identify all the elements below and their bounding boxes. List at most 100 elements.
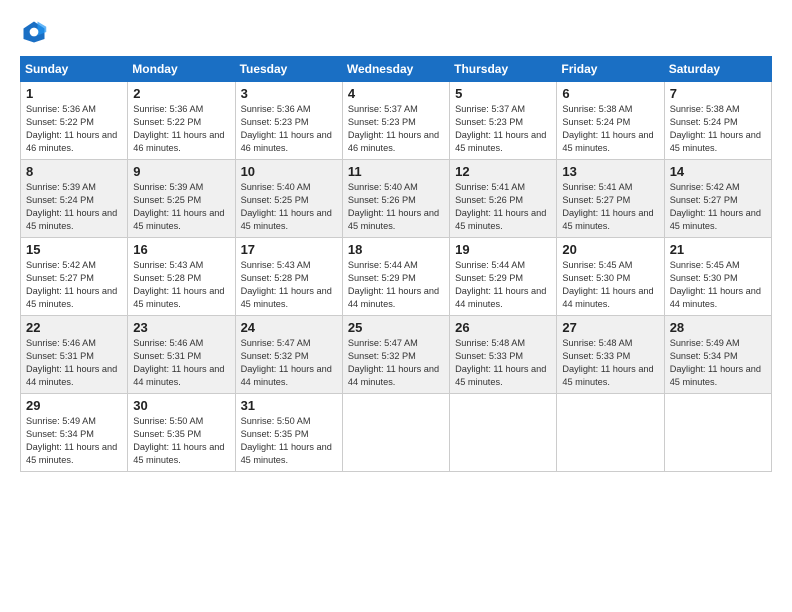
day-number: 31 xyxy=(241,398,337,413)
day-info: Sunrise: 5:45 AMSunset: 5:30 PMDaylight:… xyxy=(562,260,653,309)
calendar-cell xyxy=(450,394,557,472)
day-info: Sunrise: 5:42 AMSunset: 5:27 PMDaylight:… xyxy=(26,260,117,309)
calendar-cell: 13 Sunrise: 5:41 AMSunset: 5:27 PMDaylig… xyxy=(557,160,664,238)
day-number: 6 xyxy=(562,86,658,101)
day-number: 21 xyxy=(670,242,766,257)
day-number: 25 xyxy=(348,320,444,335)
day-number: 3 xyxy=(241,86,337,101)
day-info: Sunrise: 5:41 AMSunset: 5:27 PMDaylight:… xyxy=(562,182,653,231)
day-number: 13 xyxy=(562,164,658,179)
calendar-cell: 2 Sunrise: 5:36 AMSunset: 5:22 PMDayligh… xyxy=(128,82,235,160)
calendar-cell: 8 Sunrise: 5:39 AMSunset: 5:24 PMDayligh… xyxy=(21,160,128,238)
day-info: Sunrise: 5:50 AMSunset: 5:35 PMDaylight:… xyxy=(133,416,224,465)
calendar-cell: 25 Sunrise: 5:47 AMSunset: 5:32 PMDaylig… xyxy=(342,316,449,394)
day-info: Sunrise: 5:50 AMSunset: 5:35 PMDaylight:… xyxy=(241,416,332,465)
day-info: Sunrise: 5:45 AMSunset: 5:30 PMDaylight:… xyxy=(670,260,761,309)
day-number: 18 xyxy=(348,242,444,257)
calendar-page: SundayMondayTuesdayWednesdayThursdayFrid… xyxy=(0,0,792,612)
day-info: Sunrise: 5:41 AMSunset: 5:26 PMDaylight:… xyxy=(455,182,546,231)
day-number: 8 xyxy=(26,164,122,179)
day-number: 26 xyxy=(455,320,551,335)
weekday-wednesday: Wednesday xyxy=(342,57,449,82)
day-info: Sunrise: 5:49 AMSunset: 5:34 PMDaylight:… xyxy=(26,416,117,465)
day-info: Sunrise: 5:37 AMSunset: 5:23 PMDaylight:… xyxy=(455,104,546,153)
weekday-friday: Friday xyxy=(557,57,664,82)
day-number: 10 xyxy=(241,164,337,179)
week-row-3: 15 Sunrise: 5:42 AMSunset: 5:27 PMDaylig… xyxy=(21,238,772,316)
day-info: Sunrise: 5:39 AMSunset: 5:24 PMDaylight:… xyxy=(26,182,117,231)
calendar-table: SundayMondayTuesdayWednesdayThursdayFrid… xyxy=(20,56,772,472)
calendar-cell: 26 Sunrise: 5:48 AMSunset: 5:33 PMDaylig… xyxy=(450,316,557,394)
weekday-saturday: Saturday xyxy=(664,57,771,82)
day-number: 17 xyxy=(241,242,337,257)
day-number: 4 xyxy=(348,86,444,101)
day-number: 15 xyxy=(26,242,122,257)
calendar-cell: 14 Sunrise: 5:42 AMSunset: 5:27 PMDaylig… xyxy=(664,160,771,238)
day-number: 30 xyxy=(133,398,229,413)
week-row-5: 29 Sunrise: 5:49 AMSunset: 5:34 PMDaylig… xyxy=(21,394,772,472)
calendar-cell: 20 Sunrise: 5:45 AMSunset: 5:30 PMDaylig… xyxy=(557,238,664,316)
day-number: 16 xyxy=(133,242,229,257)
calendar-cell: 5 Sunrise: 5:37 AMSunset: 5:23 PMDayligh… xyxy=(450,82,557,160)
day-info: Sunrise: 5:38 AMSunset: 5:24 PMDaylight:… xyxy=(562,104,653,153)
calendar-cell: 12 Sunrise: 5:41 AMSunset: 5:26 PMDaylig… xyxy=(450,160,557,238)
day-info: Sunrise: 5:46 AMSunset: 5:31 PMDaylight:… xyxy=(133,338,224,387)
logo-icon xyxy=(20,18,48,46)
calendar-cell: 23 Sunrise: 5:46 AMSunset: 5:31 PMDaylig… xyxy=(128,316,235,394)
day-info: Sunrise: 5:36 AMSunset: 5:23 PMDaylight:… xyxy=(241,104,332,153)
calendar-cell: 1 Sunrise: 5:36 AMSunset: 5:22 PMDayligh… xyxy=(21,82,128,160)
day-info: Sunrise: 5:48 AMSunset: 5:33 PMDaylight:… xyxy=(455,338,546,387)
day-number: 19 xyxy=(455,242,551,257)
calendar-cell: 15 Sunrise: 5:42 AMSunset: 5:27 PMDaylig… xyxy=(21,238,128,316)
calendar-cell: 21 Sunrise: 5:45 AMSunset: 5:30 PMDaylig… xyxy=(664,238,771,316)
day-number: 2 xyxy=(133,86,229,101)
day-number: 22 xyxy=(26,320,122,335)
weekday-thursday: Thursday xyxy=(450,57,557,82)
day-number: 23 xyxy=(133,320,229,335)
day-info: Sunrise: 5:47 AMSunset: 5:32 PMDaylight:… xyxy=(348,338,439,387)
calendar-cell: 16 Sunrise: 5:43 AMSunset: 5:28 PMDaylig… xyxy=(128,238,235,316)
header xyxy=(20,18,772,46)
calendar-cell xyxy=(342,394,449,472)
day-info: Sunrise: 5:43 AMSunset: 5:28 PMDaylight:… xyxy=(133,260,224,309)
day-number: 14 xyxy=(670,164,766,179)
calendar-cell: 6 Sunrise: 5:38 AMSunset: 5:24 PMDayligh… xyxy=(557,82,664,160)
day-info: Sunrise: 5:43 AMSunset: 5:28 PMDaylight:… xyxy=(241,260,332,309)
logo xyxy=(20,18,52,46)
day-number: 11 xyxy=(348,164,444,179)
day-number: 24 xyxy=(241,320,337,335)
week-row-1: 1 Sunrise: 5:36 AMSunset: 5:22 PMDayligh… xyxy=(21,82,772,160)
calendar-cell: 31 Sunrise: 5:50 AMSunset: 5:35 PMDaylig… xyxy=(235,394,342,472)
day-number: 12 xyxy=(455,164,551,179)
day-info: Sunrise: 5:38 AMSunset: 5:24 PMDaylight:… xyxy=(670,104,761,153)
day-info: Sunrise: 5:40 AMSunset: 5:26 PMDaylight:… xyxy=(348,182,439,231)
day-info: Sunrise: 5:44 AMSunset: 5:29 PMDaylight:… xyxy=(348,260,439,309)
week-row-2: 8 Sunrise: 5:39 AMSunset: 5:24 PMDayligh… xyxy=(21,160,772,238)
day-info: Sunrise: 5:47 AMSunset: 5:32 PMDaylight:… xyxy=(241,338,332,387)
calendar-cell: 22 Sunrise: 5:46 AMSunset: 5:31 PMDaylig… xyxy=(21,316,128,394)
calendar-cell: 3 Sunrise: 5:36 AMSunset: 5:23 PMDayligh… xyxy=(235,82,342,160)
weekday-tuesday: Tuesday xyxy=(235,57,342,82)
day-number: 5 xyxy=(455,86,551,101)
day-info: Sunrise: 5:36 AMSunset: 5:22 PMDaylight:… xyxy=(26,104,117,153)
day-number: 28 xyxy=(670,320,766,335)
weekday-monday: Monday xyxy=(128,57,235,82)
day-info: Sunrise: 5:36 AMSunset: 5:22 PMDaylight:… xyxy=(133,104,224,153)
calendar-cell xyxy=(557,394,664,472)
day-number: 7 xyxy=(670,86,766,101)
day-number: 20 xyxy=(562,242,658,257)
day-number: 9 xyxy=(133,164,229,179)
day-info: Sunrise: 5:42 AMSunset: 5:27 PMDaylight:… xyxy=(670,182,761,231)
calendar-cell: 29 Sunrise: 5:49 AMSunset: 5:34 PMDaylig… xyxy=(21,394,128,472)
calendar-cell: 17 Sunrise: 5:43 AMSunset: 5:28 PMDaylig… xyxy=(235,238,342,316)
calendar-cell: 4 Sunrise: 5:37 AMSunset: 5:23 PMDayligh… xyxy=(342,82,449,160)
weekday-sunday: Sunday xyxy=(21,57,128,82)
day-number: 1 xyxy=(26,86,122,101)
day-info: Sunrise: 5:49 AMSunset: 5:34 PMDaylight:… xyxy=(670,338,761,387)
week-row-4: 22 Sunrise: 5:46 AMSunset: 5:31 PMDaylig… xyxy=(21,316,772,394)
calendar-cell: 27 Sunrise: 5:48 AMSunset: 5:33 PMDaylig… xyxy=(557,316,664,394)
calendar-cell: 24 Sunrise: 5:47 AMSunset: 5:32 PMDaylig… xyxy=(235,316,342,394)
day-info: Sunrise: 5:46 AMSunset: 5:31 PMDaylight:… xyxy=(26,338,117,387)
day-number: 27 xyxy=(562,320,658,335)
calendar-cell: 19 Sunrise: 5:44 AMSunset: 5:29 PMDaylig… xyxy=(450,238,557,316)
